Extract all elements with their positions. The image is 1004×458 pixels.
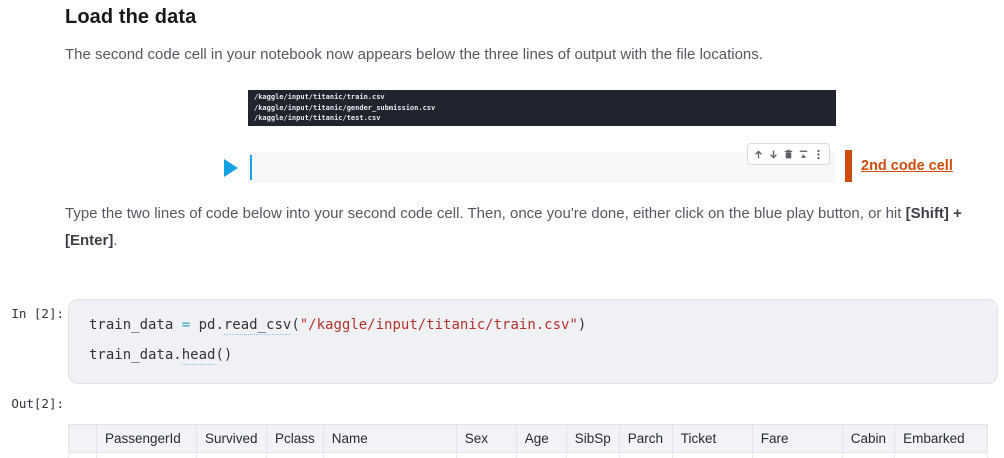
annotation-marker-bar: [845, 150, 852, 182]
table-header-cell: Sex: [456, 425, 516, 453]
table-header-cell: Embarked: [895, 425, 988, 453]
table-cell: [752, 453, 842, 458]
table-cell: [619, 453, 672, 458]
instruction-part1: Type the two lines of code below into yo…: [65, 205, 906, 222]
table-cell: [566, 453, 619, 458]
instruction-suffix: .: [113, 232, 117, 249]
table-cell: [267, 453, 324, 458]
code-token: (): [215, 347, 232, 363]
terminal-line: /kaggle/input/titanic/gender_submission.…: [254, 103, 830, 114]
code-token: train_data: [89, 317, 182, 333]
more-options-icon[interactable]: [811, 146, 826, 162]
table-cell: [69, 453, 97, 458]
dataframe-output-table: PassengerIdSurvivedPclassNameSexAgeSibSp…: [68, 424, 988, 458]
table-cell: [672, 453, 752, 458]
text-cursor: [250, 155, 252, 180]
console-output-screenshot: /kaggle/input/titanic/train.csv/kaggle/i…: [248, 90, 836, 126]
code-token: train_data.: [89, 347, 182, 363]
table-header-cell: [69, 425, 97, 453]
output-prompt-label: Out[2]:: [0, 396, 64, 411]
intro-paragraph: The second code cell in your notebook no…: [65, 46, 985, 63]
code-token: pd.: [190, 317, 224, 333]
table-cell: [97, 453, 197, 458]
table-header-cell: Survived: [197, 425, 267, 453]
table-header-cell: SibSp: [566, 425, 619, 453]
table-header-cell: Name: [323, 425, 456, 453]
table-cell: [895, 453, 988, 458]
table-header-cell: Cabin: [842, 425, 894, 453]
table-header-cell: Ticket: [672, 425, 752, 453]
code-token: =: [182, 317, 190, 333]
table-header-cell: Fare: [752, 425, 842, 453]
table-header-cell: Pclass: [267, 425, 324, 453]
code-token: read_csv: [224, 317, 291, 335]
code-token: head: [182, 347, 216, 365]
collapse-icon[interactable]: [796, 146, 811, 162]
code-token: (: [291, 317, 299, 333]
move-up-icon[interactable]: [751, 146, 766, 162]
code-cell-input[interactable]: train_data = pd.read_csv("/kaggle/input/…: [68, 299, 998, 384]
run-cell-play-button[interactable]: [224, 159, 238, 177]
table-header-row: PassengerIdSurvivedPclassNameSexAgeSibSp…: [69, 425, 988, 453]
table-cell: [516, 453, 566, 458]
table-cell: [842, 453, 894, 458]
table-header-cell: Age: [516, 425, 566, 453]
table-header-cell: PassengerId: [97, 425, 197, 453]
page-title: Load the data: [65, 6, 196, 29]
table-header-cell: Parch: [619, 425, 672, 453]
input-prompt-label: In [2]:: [0, 306, 64, 321]
delete-icon[interactable]: [781, 146, 796, 162]
table-cell: [323, 453, 456, 458]
annotation-link[interactable]: 2nd code cell: [861, 158, 953, 174]
code-line: train_data.head(): [89, 340, 977, 370]
terminal-line: /kaggle/input/titanic/train.csv: [254, 92, 830, 103]
code-line: train_data = pd.read_csv("/kaggle/input/…: [89, 310, 977, 340]
table-cell: [456, 453, 516, 458]
move-down-icon[interactable]: [766, 146, 781, 162]
table-cell: [197, 453, 267, 458]
cell-toolbar: [747, 143, 830, 165]
table-row: [69, 453, 988, 458]
code-token: ): [578, 317, 586, 333]
code-token: "/kaggle/input/titanic/train.csv": [300, 317, 578, 333]
terminal-line: /kaggle/input/titanic/test.csv: [254, 113, 830, 124]
instruction-paragraph: Type the two lines of code below into yo…: [65, 200, 997, 254]
